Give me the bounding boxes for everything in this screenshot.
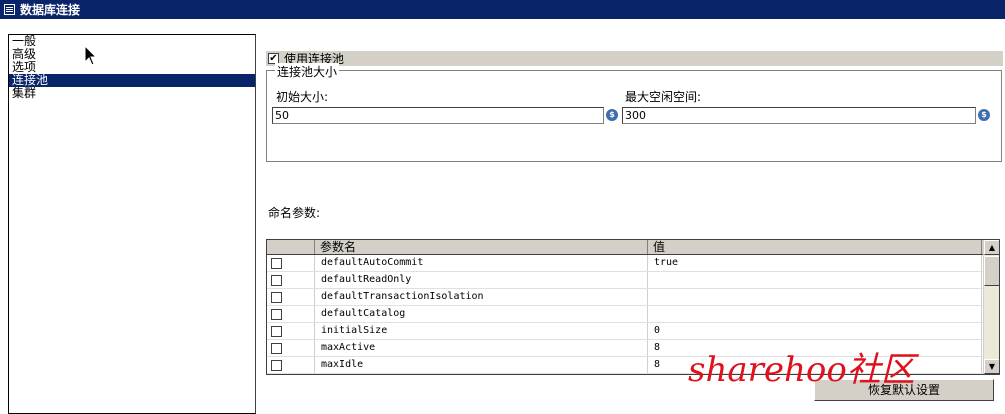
- variable-icon[interactable]: $: [978, 109, 990, 121]
- param-name-cell[interactable]: initialSize: [315, 323, 648, 339]
- table-row[interactable]: defaultAutoCommit true: [267, 255, 999, 272]
- column-header-name[interactable]: 参数名: [315, 240, 648, 254]
- menu-icon[interactable]: [4, 4, 15, 15]
- sidebar-list: 一般 高级 选项 连接池 集群: [8, 34, 256, 414]
- param-value-cell[interactable]: 0: [648, 323, 982, 339]
- table-scrollbar[interactable]: ▲ ▼: [983, 240, 999, 374]
- param-name-cell[interactable]: defaultReadOnly: [315, 272, 648, 288]
- initial-size-field[interactable]: 50: [272, 107, 604, 124]
- param-name-cell[interactable]: maxIdle: [315, 357, 648, 373]
- sidebar-item-pooling[interactable]: 连接池: [9, 74, 255, 87]
- max-idle-field[interactable]: 300: [622, 107, 976, 124]
- initial-size-label: 初始大小:: [276, 90, 329, 104]
- sidebar-item-cluster[interactable]: 集群: [9, 87, 255, 100]
- table-header: 参数名 值: [267, 240, 999, 255]
- param-value-cell[interactable]: [648, 272, 982, 288]
- variable-icon[interactable]: $: [606, 109, 618, 121]
- scroll-up-icon[interactable]: ▲: [984, 240, 999, 255]
- param-value-cell[interactable]: [648, 306, 982, 322]
- row-checkbox[interactable]: [271, 359, 282, 371]
- param-value-cell[interactable]: true: [648, 255, 982, 271]
- param-name-cell[interactable]: defaultCatalog: [315, 306, 648, 322]
- sidebar-item-general[interactable]: 一般: [9, 35, 255, 48]
- pool-size-group: 连接池大小 初始大小: 50 $ 最大空闲空间: 300 $: [266, 63, 1002, 162]
- param-name-cell[interactable]: defaultTransactionIsolation: [315, 289, 648, 305]
- column-header-value[interactable]: 值: [648, 240, 982, 254]
- table-row[interactable]: initialSize 0: [267, 323, 999, 340]
- scroll-down-icon[interactable]: ▼: [984, 359, 999, 374]
- named-params-label: 命名参数:: [268, 206, 321, 220]
- window-titlebar: 数据库连接: [0, 0, 1005, 19]
- pool-size-group-label: 连接池大小: [275, 63, 340, 80]
- param-name-cell[interactable]: defaultAutoCommit: [315, 255, 648, 271]
- table-row[interactable]: defaultCatalog: [267, 306, 999, 323]
- table-row[interactable]: defaultReadOnly: [267, 272, 999, 289]
- mouse-cursor-icon: [84, 45, 98, 66]
- scroll-thumb[interactable]: [984, 256, 999, 286]
- row-checkbox[interactable]: [271, 274, 282, 286]
- window-title: 数据库连接: [20, 3, 81, 17]
- row-checkbox[interactable]: [271, 308, 282, 320]
- row-checkbox[interactable]: [271, 257, 282, 269]
- table-row[interactable]: defaultTransactionIsolation: [267, 289, 999, 306]
- row-checkbox[interactable]: [271, 342, 282, 354]
- sidebar-item-advanced[interactable]: 高级: [9, 48, 255, 61]
- param-value-cell[interactable]: [648, 289, 982, 305]
- max-idle-label: 最大空闲空间:: [625, 90, 702, 104]
- use-pool-row[interactable]: ✔ 使用连接池: [266, 51, 1003, 66]
- param-name-cell[interactable]: maxActive: [315, 340, 648, 356]
- watermark-text: sharehoo社区: [688, 350, 915, 390]
- row-checkbox[interactable]: [271, 325, 282, 337]
- row-checkbox[interactable]: [271, 291, 282, 303]
- column-header-select[interactable]: [267, 240, 315, 254]
